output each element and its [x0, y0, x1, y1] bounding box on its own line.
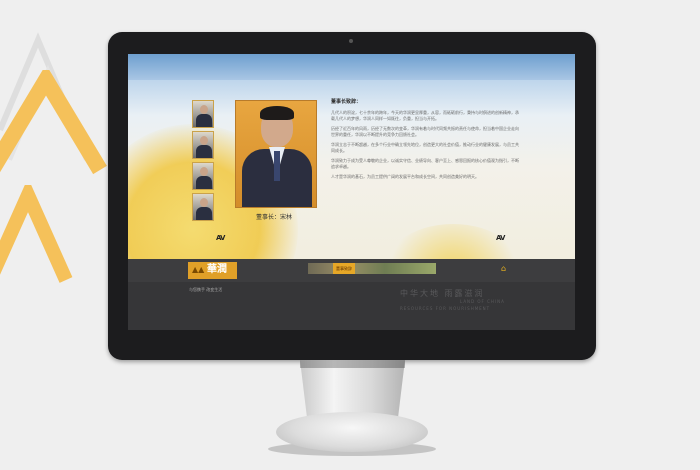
brand-logo[interactable]: ▲▲ 華潤: [188, 262, 237, 279]
speech-paragraph: 历经了近百年的风雨，历经了无数次的变革，华润有着与时代同频共振的责任与使命，担当…: [331, 126, 519, 137]
logo-mark-icon: ▲▲: [192, 265, 205, 274]
thumbnail-1[interactable]: [192, 100, 214, 128]
background-chevron-orange-top: [0, 70, 107, 175]
photo-caption: 董事长：宋林: [256, 214, 293, 221]
speech-paragraph: 华润致力于成为受人尊敬的企业，以诚实守信、业绩导向、客户至上、感恩回报的核心价值…: [331, 158, 519, 169]
camera-dot: [349, 39, 353, 43]
monitor-stand-shadow: [300, 360, 405, 368]
monitor-bezel: 董事长：宋林 董事长致辞： 几代人的积淀，七十余年的跨年，今天的华润更显厚重，从…: [108, 32, 596, 360]
sky-band: [128, 54, 575, 80]
portrait-thumbnails: [192, 100, 214, 224]
speech-paragraph: 人才是华润的基石，为员工提供广阔的发展平台和成长空间，共同创造美好的明天。: [331, 174, 479, 179]
thumbnail-4[interactable]: [192, 193, 214, 221]
speech-paragraph: 几代人的积淀，七十余年的跨年，今天的华润更显厚重，从容，而砥砺前行，秉持与时俱进…: [331, 110, 519, 121]
logo-text: 華潤: [207, 264, 227, 275]
nav-image-strip: [308, 263, 436, 274]
text-scroll-arrows[interactable]: AV: [496, 234, 505, 242]
speech-heading: 董事长致辞：: [331, 99, 362, 105]
chairman-speech: 董事长致辞： 几代人的积淀，七十余年的跨年，今天的华润更显厚重，从容，而砥砺前行…: [331, 99, 521, 184]
thumbnail-scroll-arrows[interactable]: AV: [216, 234, 225, 242]
footer-subtitle-2: RESOURCES FOR NOURISHMENT: [400, 306, 491, 311]
website-screen: 董事长：宋林 董事长致辞： 几代人的积淀，七十余年的跨年，今天的华润更显厚重，从…: [128, 54, 575, 330]
hero-background: 董事长：宋林 董事长致辞： 几代人的积淀，七十余年的跨年，今天的华润更显厚重，从…: [128, 54, 575, 330]
speech-paragraph: 华润立志于不断超越，在多个行业中确立领先地位，创造更大的社会价值，推动行业的健康…: [331, 142, 519, 153]
brand-slogan: 与您携手 改变生活: [189, 287, 223, 292]
footer-subtitle-1: LAND OF CHINA: [460, 299, 505, 304]
thumbnail-3[interactable]: [192, 162, 214, 190]
chairman-photo: [235, 100, 317, 208]
background-chevron-orange-bottom: [0, 185, 73, 283]
home-icon[interactable]: ⌂: [501, 264, 510, 273]
monitor-stand-base: [276, 412, 428, 452]
thumbnail-2[interactable]: [192, 131, 214, 159]
site-navbar: ▲▲ 華潤 董事致辞 ⌂: [128, 259, 575, 282]
footer-title: 中华大地 雨露滋润: [400, 289, 485, 298]
nav-button-chairman[interactable]: 董事致辞: [333, 263, 355, 274]
